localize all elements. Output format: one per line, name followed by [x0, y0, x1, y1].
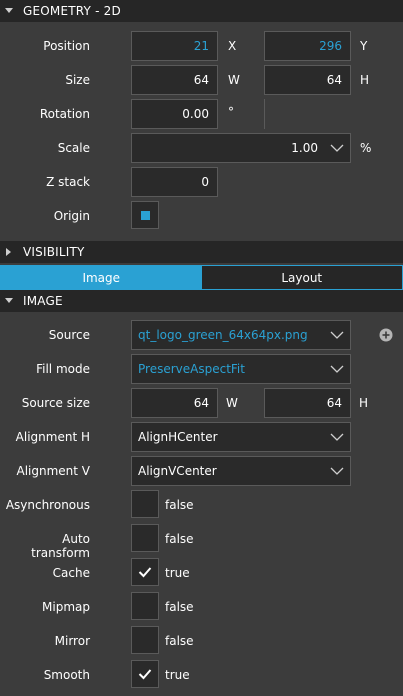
chevron-down-icon	[330, 144, 344, 152]
chevron-down-icon	[330, 467, 344, 475]
position-x-field[interactable]: 21	[131, 31, 218, 61]
size-h-value: 64	[326, 73, 342, 87]
smooth-value: true	[165, 668, 190, 682]
origin-center-point	[140, 210, 150, 220]
source-value: qt_logo_green_64x64px.png	[138, 328, 308, 342]
alignment-v-dropdown[interactable]: AlignVCenter	[131, 456, 351, 486]
smooth-label: Smooth	[43, 668, 90, 682]
tab-image[interactable]: Image	[1, 266, 202, 289]
asynchronous-value: false	[165, 498, 194, 512]
geometry-section-header[interactable]: GEOMETRY - 2D	[0, 0, 403, 22]
geometry-section-title: GEOMETRY - 2D	[23, 4, 121, 18]
source-size-label: Source size	[21, 396, 90, 410]
zstack-value: 0	[201, 175, 209, 189]
position-y-field[interactable]: 296	[264, 31, 351, 61]
mirror-value: false	[165, 634, 194, 648]
asynchronous-checkbox[interactable]	[131, 490, 159, 518]
tab-layout[interactable]: Layout	[201, 266, 402, 289]
source-size-h-field[interactable]: 64	[264, 388, 351, 418]
zstack-label: Z stack	[46, 175, 90, 189]
property-tabs: Image Layout	[0, 265, 403, 290]
size-w-field[interactable]: 64	[131, 65, 218, 95]
add-resource-icon[interactable]	[379, 328, 393, 342]
alignment-h-dropdown[interactable]: AlignHCenter	[131, 422, 351, 452]
source-size-w-field[interactable]: 64	[131, 388, 218, 418]
visibility-section-header[interactable]: VISIBILITY	[0, 241, 403, 263]
zstack-field[interactable]: 0	[131, 167, 218, 197]
size-h-field[interactable]: 64	[264, 65, 351, 95]
rotation-label: Rotation	[39, 107, 90, 121]
chevron-right-icon	[5, 248, 13, 256]
alignment-h-value: AlignHCenter	[138, 430, 218, 444]
cache-checkbox[interactable]	[131, 558, 159, 586]
source-size-w-value: 64	[193, 396, 209, 410]
size-h-unit: H	[360, 73, 370, 87]
alignment-v-label: Alignment V	[16, 464, 90, 478]
mipmap-label: Mipmap	[42, 600, 90, 614]
rotation-dial-divider	[264, 99, 265, 129]
position-x-unit: X	[228, 39, 237, 53]
chevron-down-icon	[330, 331, 344, 339]
chevron-down-icon	[330, 433, 344, 441]
source-label: Source	[48, 328, 90, 342]
image-section-header[interactable]: IMAGE	[0, 290, 403, 312]
checkmark-icon	[138, 669, 152, 680]
fill-mode-label: Fill mode	[36, 362, 90, 376]
origin-selector[interactable]	[131, 201, 159, 229]
cache-value: true	[165, 566, 190, 580]
image-section-title: IMAGE	[23, 294, 63, 308]
fill-mode-value: PreserveAspectFit	[138, 362, 245, 376]
mipmap-checkbox[interactable]	[131, 592, 159, 620]
source-dropdown[interactable]: qt_logo_green_64x64px.png	[131, 320, 351, 350]
alignment-h-label: Alignment H	[15, 430, 90, 444]
auto-transform-checkbox[interactable]	[131, 524, 159, 552]
size-w-value: 64	[193, 73, 209, 87]
size-w-unit: W	[228, 73, 240, 87]
checkmark-icon	[138, 567, 152, 578]
scale-value: 1.00	[291, 141, 318, 155]
mirror-label: Mirror	[54, 634, 90, 648]
size-label: Size	[65, 73, 90, 87]
source-size-w-unit: W	[226, 396, 238, 410]
alignment-v-value: AlignVCenter	[138, 464, 217, 478]
source-size-h-unit: H	[359, 396, 369, 410]
mipmap-value: false	[165, 600, 194, 614]
position-y-value: 296	[319, 39, 342, 53]
cache-label: Cache	[52, 566, 90, 580]
mirror-checkbox[interactable]	[131, 626, 159, 654]
position-y-unit: Y	[360, 39, 368, 53]
position-x-value: 21	[193, 39, 209, 53]
source-size-h-value: 64	[326, 396, 342, 410]
auto-transform-label: Auto transform	[31, 532, 90, 560]
fill-mode-dropdown[interactable]: PreserveAspectFit	[131, 354, 351, 384]
scale-label: Scale	[57, 141, 90, 155]
rotation-unit: °	[228, 105, 234, 119]
rotation-value: 0.00	[182, 107, 209, 121]
chevron-down-icon	[330, 365, 344, 373]
scale-unit: %	[360, 141, 372, 155]
chevron-down-icon	[5, 8, 13, 14]
auto-transform-value: false	[165, 532, 194, 546]
chevron-down-icon	[5, 298, 13, 304]
origin-label: Origin	[53, 209, 90, 223]
position-label: Position	[43, 39, 90, 53]
visibility-section-title: VISIBILITY	[23, 245, 85, 259]
rotation-field[interactable]: 0.00	[131, 99, 218, 129]
smooth-checkbox[interactable]	[131, 660, 159, 688]
asynchronous-label: Asynchronous	[5, 498, 90, 512]
scale-dropdown[interactable]: 1.00	[131, 133, 351, 163]
